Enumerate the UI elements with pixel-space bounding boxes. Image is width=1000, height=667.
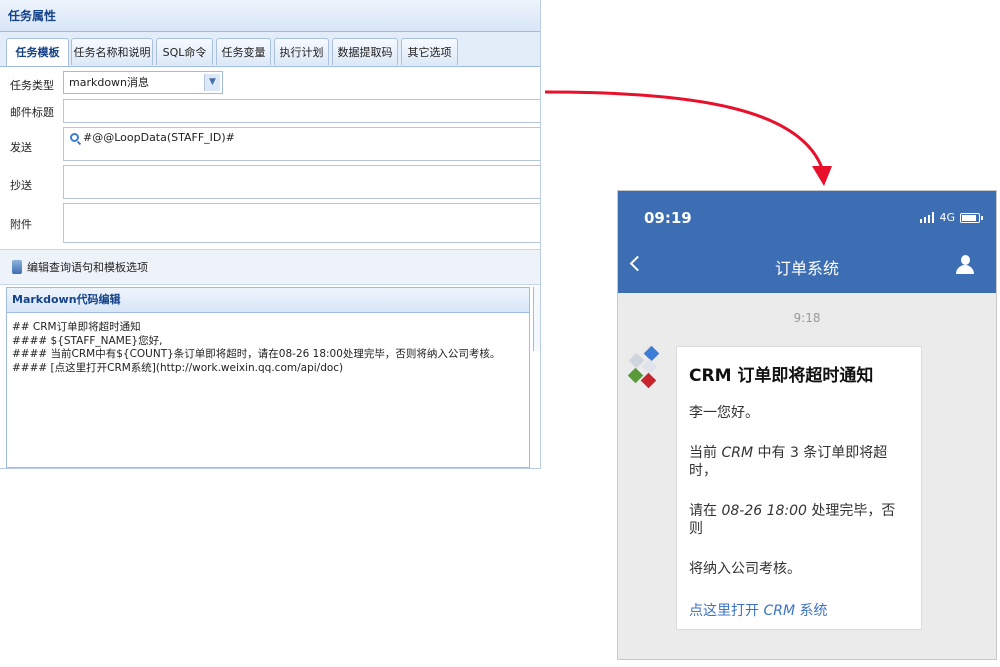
message-title: CRM 订单即将超时通知 <box>689 366 874 386</box>
task-properties-panel: 任务属性 任务模板 任务名称和说明 SQL命令 任务变量 执行计划 数据提取码 … <box>0 0 541 469</box>
markdown-line: #### ${STAFF_NAME}您好, <box>12 334 163 347</box>
mail-title-label: 邮件标题 <box>10 106 54 119</box>
markdown-line: #### 当前CRM中有${COUNT}条订单即将超时，请在08-26 18:0… <box>12 348 501 360</box>
script-icon <box>12 260 22 274</box>
markdown-editor[interactable]: ## CRM订单即将超时通知 #### ${STAFF_NAME}您好, ###… <box>6 313 530 468</box>
message-line-assessment: 将纳入公司考核。 <box>689 561 801 577</box>
status-bar: 09:19 4G <box>618 191 996 239</box>
send-label: 发送 <box>10 141 32 154</box>
editor-toolbar: 编辑查询语句和模板选项 <box>0 249 540 285</box>
message-line-count: 当前 CRM 中有 3 条订单即将超时， <box>689 445 888 479</box>
tab-data-extraction-code[interactable]: 数据提取码 <box>332 38 398 65</box>
tab-task-template[interactable]: 任务模板 <box>6 38 69 66</box>
send-input[interactable]: #@@LoopData(STAFF_ID)# <box>63 127 540 161</box>
message-line-deadline: 请在 08-26 18:00 处理完毕，否则 <box>689 503 896 537</box>
tab-bar: 任务模板 任务名称和说明 SQL命令 任务变量 执行计划 数据提取码 其它选项 <box>0 32 540 67</box>
markdown-editor-title: Markdown代码编辑 <box>6 287 530 313</box>
profile-icon[interactable] <box>956 255 974 275</box>
network-type: 4G <box>939 211 955 224</box>
task-type-value: markdown消息 <box>69 76 150 89</box>
attachment-input[interactable] <box>63 203 540 243</box>
tab-other-options[interactable]: 其它选项 <box>401 38 458 65</box>
open-crm-link[interactable]: 点这里打开 CRM 系统 <box>689 600 909 620</box>
task-type-select[interactable]: markdown消息 ▼ <box>63 71 223 94</box>
tab-task-name-description[interactable]: 任务名称和说明 <box>71 38 153 65</box>
panel-title: 任务属性 <box>0 0 540 32</box>
side-panel-edge <box>533 287 540 351</box>
edit-query-template-label: 编辑查询语句和模板选项 <box>27 261 148 274</box>
cc-input[interactable] <box>63 165 540 199</box>
battery-icon <box>960 212 983 223</box>
markdown-line: ## CRM订单即将超时通知 <box>12 321 141 333</box>
phone-screen: 09:19 4G 订单系统 9:18 CRM 订单即将超时通知 李一您好。 当前… <box>617 190 997 660</box>
attachment-label: 附件 <box>10 218 32 231</box>
status-time: 09:19 <box>644 209 692 227</box>
tab-execution-plan[interactable]: 执行计划 <box>274 38 329 65</box>
message-greeting: 李一您好。 <box>689 405 759 421</box>
search-icon[interactable] <box>70 133 79 142</box>
task-type-label: 任务类型 <box>10 79 54 92</box>
cc-label: 抄送 <box>10 179 32 192</box>
tab-sql-command[interactable]: SQL命令 <box>156 38 213 65</box>
mail-title-input[interactable] <box>63 99 540 123</box>
nav-bar: 订单系统 <box>618 239 996 293</box>
app-avatar-icon[interactable] <box>627 345 662 389</box>
markdown-line: #### [点这里打开CRM系统](http://work.weixin.qq.… <box>12 361 344 374</box>
signal-icon <box>919 212 935 223</box>
message-timestamp: 9:18 <box>793 311 821 325</box>
tab-task-variables[interactable]: 任务变量 <box>216 38 271 65</box>
message-card[interactable]: CRM 订单即将超时通知 李一您好。 当前 CRM 中有 3 条订单即将超时， … <box>676 346 922 630</box>
edit-query-template-button[interactable]: 编辑查询语句和模板选项 <box>12 259 148 275</box>
chevron-down-icon[interactable]: ▼ <box>204 74 220 91</box>
nav-title: 订单系统 <box>774 259 839 278</box>
send-value: #@@LoopData(STAFF_ID)# <box>83 131 235 144</box>
